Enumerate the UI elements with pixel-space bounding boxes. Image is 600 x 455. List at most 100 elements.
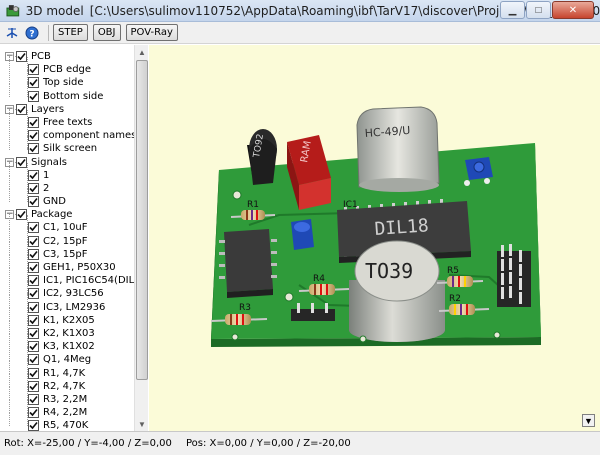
visibility-checkbox[interactable] <box>28 301 39 313</box>
tree-connector <box>9 319 10 335</box>
tree-item[interactable]: PCB edge <box>0 56 134 76</box>
tree-item[interactable]: R4, 2,2M <box>0 399 134 419</box>
scroll-up-icon[interactable]: ▲ <box>135 45 149 59</box>
visibility-checkbox[interactable] <box>28 327 39 339</box>
visibility-checkbox[interactable] <box>28 275 39 287</box>
step-export-button[interactable]: STEP <box>53 24 88 41</box>
status-bar: Rot: X=-25,00 / Y=-4,00 / Z=0,00 Pos: X=… <box>0 431 600 455</box>
visibility-checkbox[interactable] <box>28 314 39 326</box>
tree-connector <box>9 293 10 308</box>
tree-item[interactable]: Silk screen <box>0 135 134 155</box>
tree-item-label: K2, K1X03 <box>43 327 95 339</box>
tree-group[interactable]: − Signals <box>0 156 134 169</box>
tree-scrollbar[interactable]: ▲ ▼ <box>134 45 148 431</box>
tree-item[interactable]: IC3, LM2936 <box>0 293 134 314</box>
3d-viewport[interactable]: TO92 RAM HC-49/U DIL18 IC1 TO39 R1 R3 R4… <box>149 45 600 431</box>
tree-item-label: R2, 4,7K <box>43 380 86 392</box>
visibility-checkbox[interactable] <box>28 262 39 273</box>
visibility-checkbox[interactable] <box>28 354 39 366</box>
tree-item[interactable]: GEH1, P50X30 <box>0 254 134 274</box>
tree-item-label: R4, 2,2M <box>43 407 88 419</box>
tree-connector <box>9 161 10 176</box>
tree-item[interactable]: R5, 470K <box>0 412 134 431</box>
tree-item[interactable]: Top side <box>0 69 134 89</box>
tree-item[interactable]: C1, 10uF <box>0 214 134 234</box>
window-app-name: 3D model <box>25 3 84 18</box>
visibility-checkbox[interactable] <box>28 130 39 142</box>
tree-connector <box>9 372 10 387</box>
tree-item[interactable]: 2 <box>0 174 134 195</box>
tree-item-label: Package <box>31 209 73 221</box>
visibility-checkbox[interactable] <box>28 64 39 76</box>
visibility-checkbox[interactable] <box>28 367 39 379</box>
scrollbar-thumb[interactable] <box>136 60 148 380</box>
visibility-checkbox[interactable] <box>16 103 27 115</box>
toolbar: ? STEP OBJ POV-Ray <box>0 22 600 44</box>
visibility-checkbox[interactable] <box>28 196 39 208</box>
tree-connector <box>9 122 10 137</box>
tree-group[interactable]: − PCB <box>0 50 134 63</box>
tree-item[interactable]: IC1, PIC16C54(DIL1 <box>0 267 141 287</box>
minimize-button[interactable]: ▁ <box>500 1 525 19</box>
visibility-checkbox[interactable] <box>28 407 39 419</box>
tree-item[interactable]: K1, K2X05 <box>0 306 134 327</box>
visibility-checkbox[interactable] <box>28 77 39 89</box>
tree-item[interactable]: R1, 4,7K <box>0 359 134 380</box>
help-icon[interactable]: ? <box>24 25 40 41</box>
visibility-checkbox[interactable] <box>28 288 39 300</box>
tree-connector <box>9 385 10 401</box>
povray-export-button[interactable]: POV-Ray <box>125 24 178 41</box>
tree-item[interactable]: GND <box>0 188 134 208</box>
tree-item-label: Layers <box>31 103 65 115</box>
visibility-checkbox[interactable] <box>28 222 39 234</box>
axis-icon[interactable] <box>4 25 20 41</box>
tree-connector <box>9 108 10 124</box>
viewport-menu-button[interactable]: ▼ <box>582 414 595 427</box>
visibility-checkbox[interactable] <box>16 209 27 221</box>
visibility-checkbox[interactable] <box>28 420 39 431</box>
tree-item[interactable]: K2, K1X03 <box>0 319 134 340</box>
visibility-checkbox[interactable] <box>28 393 39 405</box>
tree-connector <box>9 333 10 348</box>
tree-item[interactable]: K3, K1X02 <box>0 333 134 353</box>
visibility-checkbox[interactable] <box>28 235 39 247</box>
visibility-checkbox[interactable] <box>16 156 27 168</box>
tree-item-label: K1, K2X05 <box>43 314 95 326</box>
visibility-checkbox[interactable] <box>28 90 39 102</box>
tree-item[interactable]: Q1, 4Meg <box>0 346 134 366</box>
tree-item[interactable]: 1 <box>0 161 134 182</box>
visibility-checkbox[interactable] <box>16 51 27 62</box>
tree-item[interactable]: component names to <box>0 122 147 142</box>
r4-label: R4 <box>313 274 325 284</box>
visibility-checkbox[interactable] <box>28 169 39 181</box>
tree-group[interactable]: − Package <box>0 208 134 221</box>
svg-text:?: ? <box>29 29 34 39</box>
tree-item[interactable]: R3, 2,2M <box>0 385 134 406</box>
obj-export-button[interactable]: OBJ <box>92 24 121 41</box>
tree-item-label: R1, 4,7K <box>43 367 86 379</box>
visibility-checkbox[interactable] <box>28 143 39 155</box>
visibility-checkbox[interactable] <box>28 380 39 392</box>
tree-item[interactable]: R2, 4,7K <box>0 372 134 393</box>
pin-header-k1 <box>497 244 531 307</box>
maximize-button[interactable]: □ <box>526 1 551 19</box>
blue-trimmer-mid <box>291 219 314 250</box>
tree-connector <box>9 254 10 269</box>
tree-item-label: GND <box>43 196 66 208</box>
tree-item-label: GEH1, P50X30 <box>43 262 116 273</box>
tree-item[interactable]: IC2, 93LC56 <box>0 280 134 300</box>
visibility-checkbox[interactable] <box>28 341 39 353</box>
r5-label: R5 <box>447 266 459 276</box>
visibility-checkbox[interactable] <box>28 182 39 194</box>
tree-item[interactable]: C2, 15pF <box>0 227 134 248</box>
tree-item-label: IC3, LM2936 <box>43 301 106 313</box>
visibility-checkbox[interactable] <box>28 116 39 128</box>
tree-item[interactable]: Free texts <box>0 108 134 129</box>
scroll-down-icon[interactable]: ▼ <box>135 417 149 431</box>
visibility-checkbox[interactable] <box>28 248 39 260</box>
layer-tree: − PCB PCB edge Top side Bottom side − Layers Fr… <box>0 50 147 431</box>
tree-group[interactable]: − Layers <box>0 103 134 116</box>
tree-item[interactable]: Bottom side <box>0 82 134 103</box>
tree-item[interactable]: C3, 15pF <box>0 240 134 261</box>
close-button[interactable]: ✕ <box>552 1 594 19</box>
